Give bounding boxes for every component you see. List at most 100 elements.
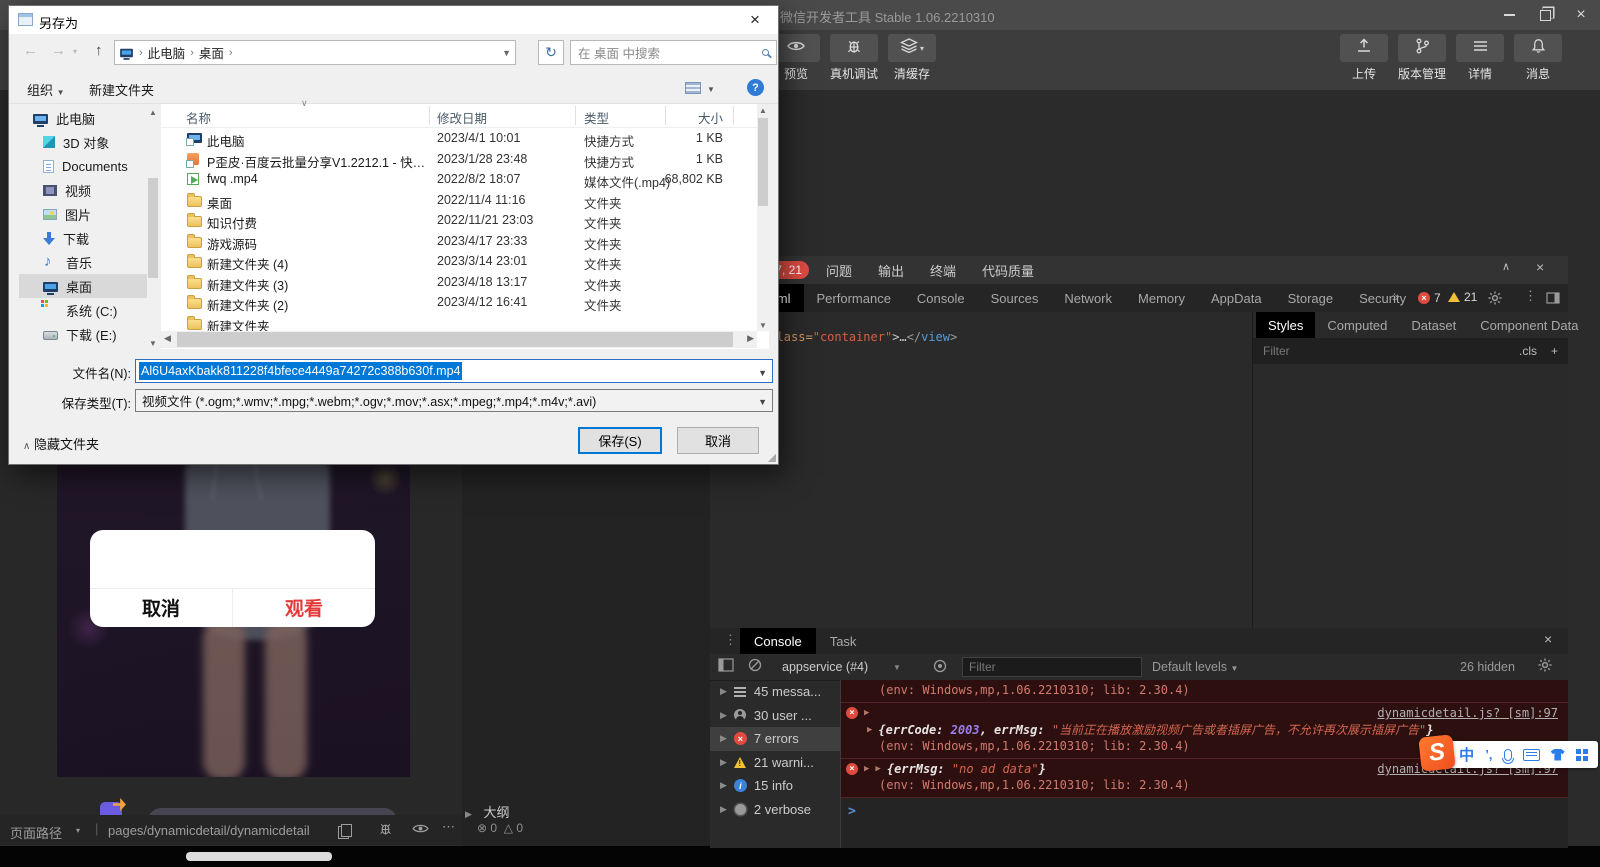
up-icon[interactable]: ↑ [95,42,103,59]
file-row[interactable]: P歪皮·百度云批量分享V1.2212.1 - 快捷... 2023/1/28 2… [161,150,757,171]
column-size[interactable]: 大小 [698,108,723,127]
caret-right-icon[interactable]: ▶ [875,764,880,774]
source-link[interactable]: dynamicdetail.js? [sm]:97 [1377,706,1558,720]
toolbox-grid-icon[interactable] [1576,749,1581,754]
settings-gear-icon[interactable] [1488,291,1502,310]
sidebar-item[interactable]: 下载 (E:) [19,322,147,346]
toolbar-button-menu[interactable]: ▾ 详情 [1456,34,1504,82]
kebab-menu-icon[interactable]: ⋮ [724,632,737,648]
dialog-close-button[interactable]: × [738,6,772,34]
tab[interactable]: Task [816,628,871,654]
sidebar-item[interactable]: 视频 [19,178,147,202]
microphone-icon[interactable] [1504,749,1512,761]
ime-language-toggle[interactable]: 中 [1459,744,1474,765]
cancel-button[interactable]: 取消 [677,427,759,454]
scroll-up-icon[interactable]: ▲ [757,104,769,116]
scroll-down-icon[interactable]: ▼ [147,337,159,349]
scroll-down-icon[interactable]: ▼ [757,319,769,331]
cls-button[interactable]: .cls [1519,344,1537,358]
tab[interactable]: AppData [1198,284,1275,312]
panel-tab[interactable]: 终端 [930,261,956,280]
tab[interactable]: Memory [1125,284,1198,312]
caret-right-icon[interactable]: ▶ [867,725,872,735]
tab[interactable]: Console [904,284,978,312]
file-row[interactable]: 桌面 2022/11/4 11:16 文件夹 [161,191,757,212]
console-group-row[interactable]: ▶ 21 warni... [710,751,840,775]
sheet-cancel-button[interactable]: 取消 [90,588,232,627]
sidebar-item[interactable]: 3D 对象 [19,130,147,154]
toolbar-button-branch[interactable]: ▾ 版本管理 [1398,34,1446,82]
file-row[interactable]: 新建文件夹 (4) 2023/3/14 23:01 文件夹 [161,252,757,273]
ime-punctuation-toggle[interactable]: ’, [1485,747,1492,762]
console-settings-gear-icon[interactable] [1538,658,1552,677]
dock-side-icon[interactable] [1546,291,1560,309]
tab[interactable]: Security [1346,284,1419,312]
chevron-down-icon[interactable]: ▼ [893,663,901,672]
more-tabs-icon[interactable]: » [1392,290,1399,304]
sheet-watch-button[interactable]: 观看 [233,588,375,627]
tab[interactable]: Computed [1315,312,1399,338]
toolbar-button-eye[interactable]: ▾ 预览 [772,34,820,82]
keyboard-icon[interactable] [1523,749,1540,761]
scroll-up-icon[interactable]: ▲ [147,106,159,118]
help-icon[interactable]: ? [747,79,764,96]
caret-right-icon[interactable]: ▶ [864,708,869,718]
clear-console-icon[interactable] [748,658,762,677]
sidebar-item[interactable]: 图片 [19,202,147,226]
scroll-right-icon[interactable]: ▶ [747,333,754,344]
sidebar-item[interactable]: 此电脑 [19,106,147,130]
refresh-button[interactable]: ↻ [538,40,564,65]
context-selector[interactable]: appservice (#4) [782,660,868,674]
caret-right-icon[interactable]: ▶ [864,764,869,774]
scroll-thumb[interactable] [758,118,768,206]
toggle-sidebar-icon[interactable] [718,658,734,677]
sidebar-scrollbar[interactable]: ▲ ▼ [147,106,159,349]
resize-grip[interactable] [768,454,776,462]
console-filter-input[interactable]: Filter [962,657,1142,677]
console-group-row[interactable]: ▶ × 7 errors [710,727,840,751]
file-row[interactable]: fwq .mp4 2022/8/2 18:07 媒体文件(.mp4) 68,80… [161,170,757,191]
filename-input[interactable]: Al6U4axKbakk811228f4bfece4449a74272c388b… [135,359,773,383]
collapse-icon[interactable]: ∧ [1502,260,1510,273]
minimize-button[interactable] [1492,0,1526,30]
tab[interactable]: Storage [1275,284,1347,312]
organize-button[interactable]: 组织 ▼ [27,80,65,99]
sogou-logo-icon[interactable]: S [1418,734,1455,771]
sidebar-item[interactable]: 系统 (C:) [19,298,147,322]
error-object[interactable]: {errMsg: "no ad data"} [887,762,1046,776]
tab[interactable]: Performance [804,284,904,312]
file-row[interactable]: 游戏源码 2023/4/17 23:33 文件夹 [161,232,757,253]
eye-watch-icon[interactable] [933,659,947,678]
console-group-row[interactable]: ▶ i 15 info [710,774,840,798]
file-row[interactable]: 知识付费 2022/11/21 23:03 文件夹 [161,211,757,232]
styles-filter-input[interactable]: Filter [1253,344,1290,358]
toolbar-button-bug[interactable]: ▾ 真机调试 [830,34,878,82]
download-wallpaper-button[interactable]: 下载壁纸 [148,808,397,815]
toolbar-button-bell[interactable]: ▾ 消息 [1514,34,1562,82]
column-date[interactable]: 修改日期 [437,108,487,127]
view-chevron-icon[interactable]: ▼ [707,85,715,94]
skin-icon[interactable] [1551,749,1565,761]
view-details-icon[interactable] [685,82,701,94]
add-style-button[interactable]: + [1537,344,1568,358]
bug-icon[interactable] [378,821,393,839]
copy-icon[interactable] [338,826,349,839]
tab[interactable]: Sources [978,284,1052,312]
file-row[interactable]: 此电脑 2023/4/1 10:01 快捷方式 1 KB [161,129,757,150]
back-icon[interactable]: ← [23,42,38,59]
file-row[interactable]: 新建文件夹 [161,314,757,332]
sidebar-item[interactable]: Documents [19,154,147,178]
sidebar-item[interactable]: 音乐 [19,250,147,274]
scroll-left-icon[interactable]: ◀ [164,333,171,344]
search-input[interactable]: 在 桌面 中搜索 [570,40,777,65]
toolbar-button-layers[interactable]: ▾ 清缓存 [888,34,936,82]
tab[interactable]: Styles [1256,312,1315,338]
close-console-icon[interactable]: × [1544,631,1552,647]
chevron-down-icon[interactable]: ▼ [758,397,767,407]
tab[interactable]: Dataset [1399,312,1468,338]
chevron-down-icon[interactable]: ▾ [76,826,80,835]
restore-button[interactable] [1528,0,1562,30]
console-group-row[interactable]: ▶ 45 messa... [710,680,840,704]
console-prompt[interactable]: > [848,804,856,819]
file-row[interactable]: 新建文件夹 (3) 2023/4/18 13:17 文件夹 [161,273,757,294]
